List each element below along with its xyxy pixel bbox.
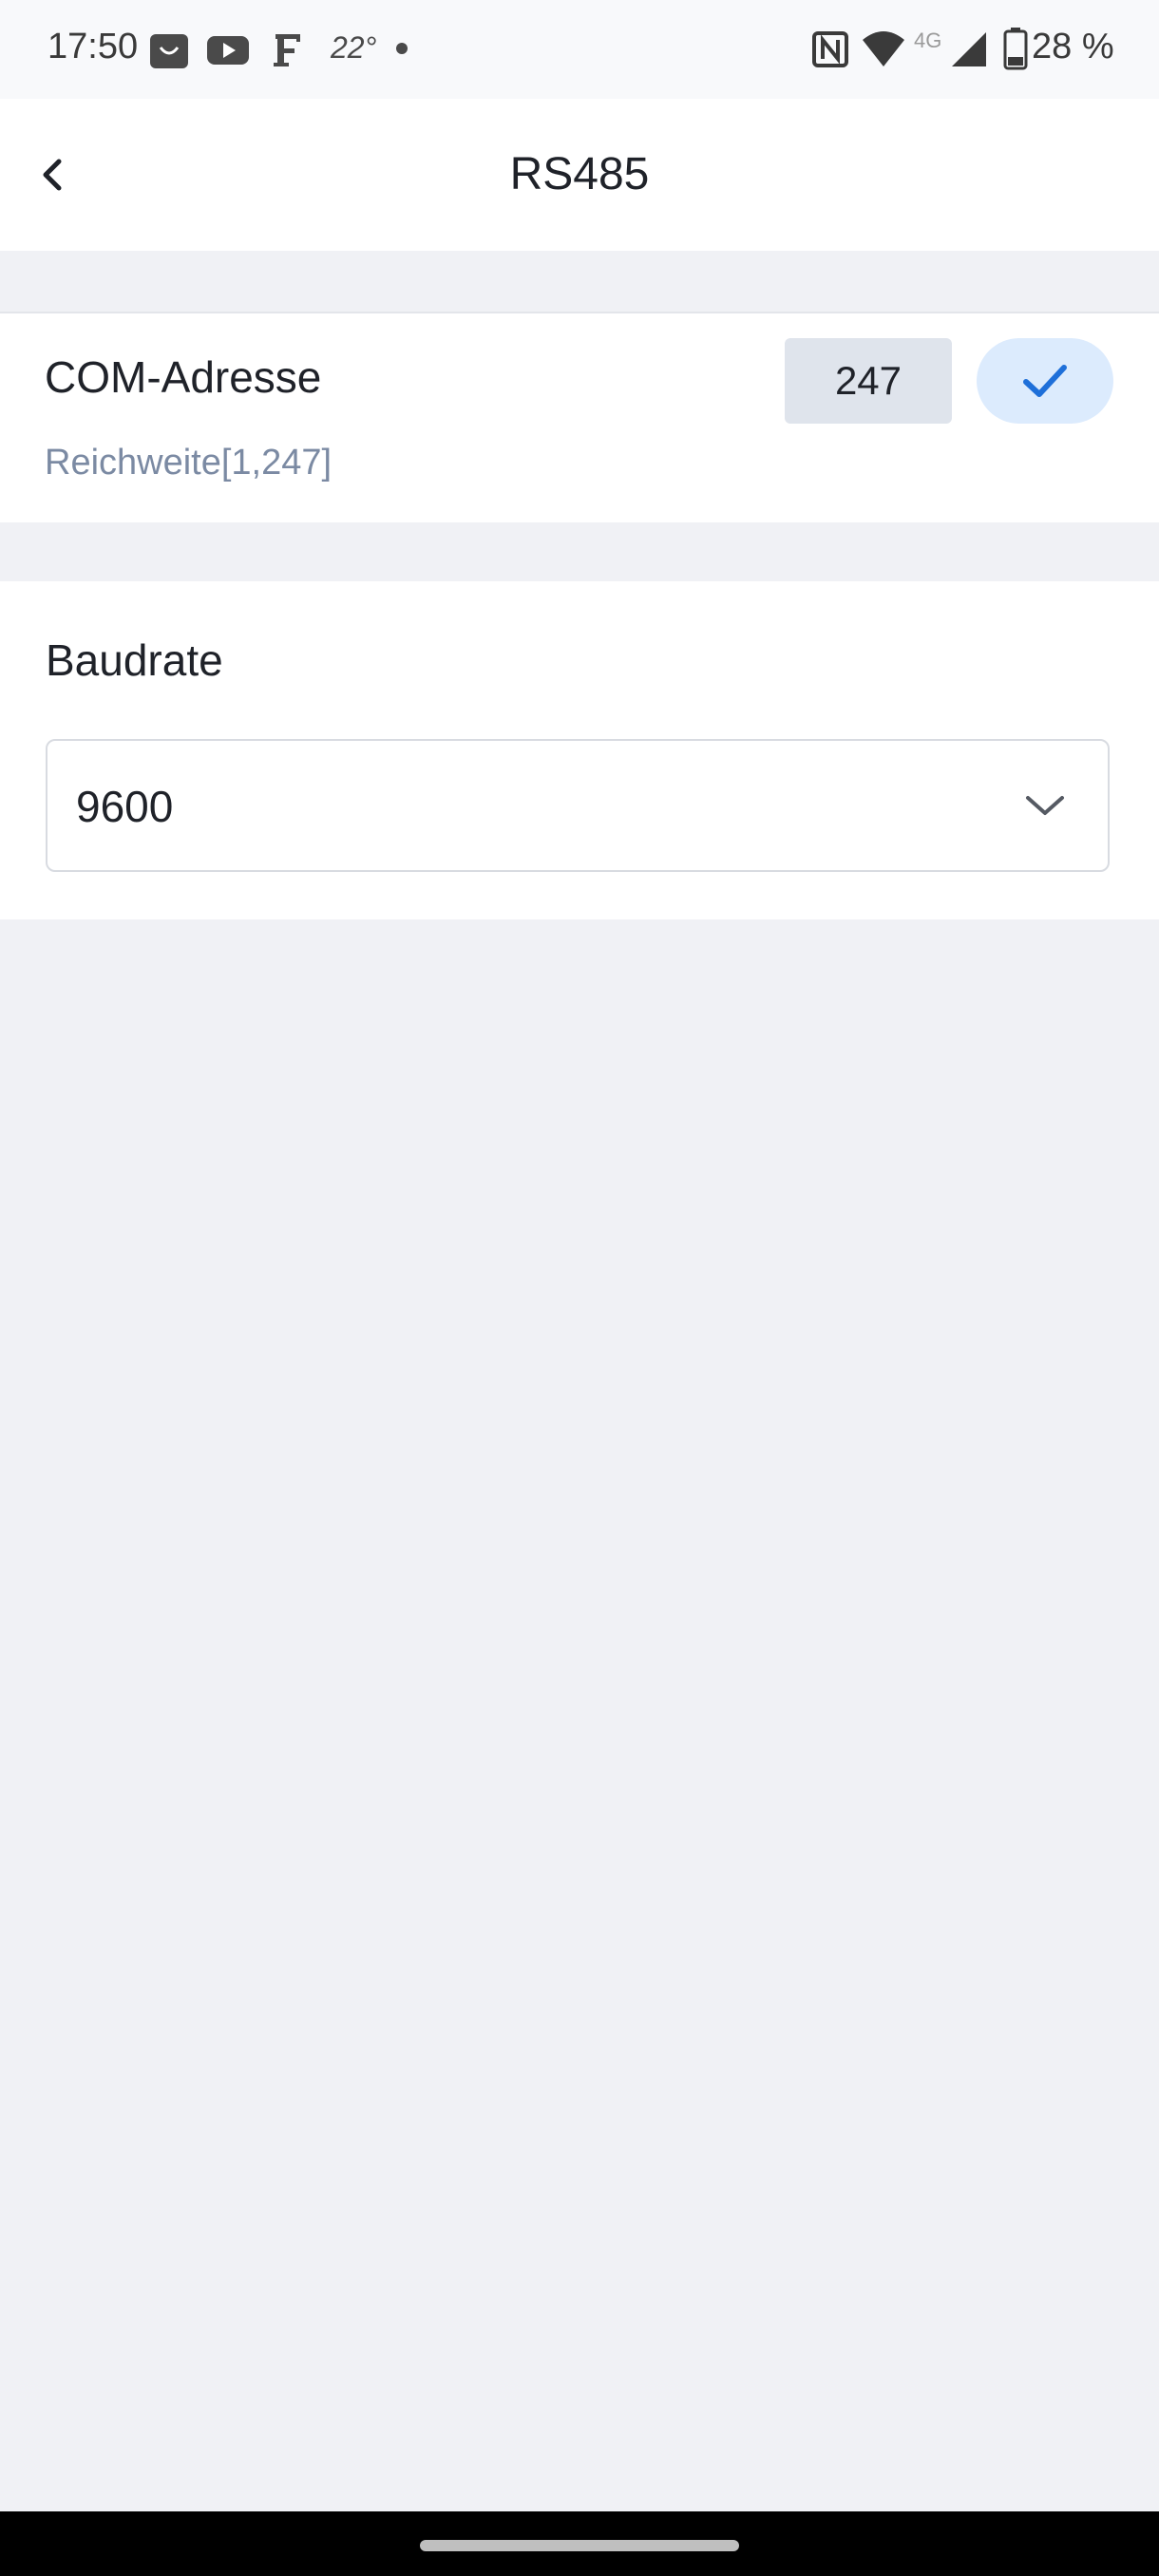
signal-icon: [952, 32, 986, 66]
confirm-button[interactable]: [977, 338, 1113, 424]
chevron-down-icon: [1026, 796, 1064, 815]
com-address-range-hint: Reichweite[1,247]: [45, 443, 332, 483]
network-type: 4G: [914, 28, 942, 52]
f-app-icon: [274, 34, 300, 66]
wifi-icon: [863, 31, 904, 66]
baudrate-select[interactable]: 9600: [46, 739, 1110, 872]
system-navigation-bar: [0, 2511, 1159, 2576]
com-address-label: COM-Adresse: [45, 352, 322, 402]
nfc-icon: [812, 31, 848, 67]
app-header: RS485: [0, 99, 1159, 251]
dot-icon: [396, 43, 408, 54]
battery-percentage: 28 %: [1032, 27, 1114, 66]
baudrate-section: Baudrate 9600: [0, 581, 1159, 919]
home-indicator[interactable]: [420, 2540, 739, 2551]
page-title: RS485: [509, 149, 650, 199]
shop-icon: [150, 34, 188, 68]
weather-temp: 22°: [331, 30, 377, 65]
baudrate-selected-value: 9600: [76, 782, 174, 831]
youtube-icon: [207, 36, 249, 65]
battery-icon: [1003, 28, 1028, 70]
status-time: 17:50: [48, 27, 139, 66]
status-bar: 17:50 22° 4G 28 %: [0, 0, 1159, 99]
com-address-section: COM-Adresse Reichweite[1,247]: [0, 312, 1159, 522]
baudrate-label: Baudrate: [46, 635, 223, 685]
com-address-input[interactable]: [785, 338, 952, 424]
checkmark-icon: [1023, 365, 1067, 397]
